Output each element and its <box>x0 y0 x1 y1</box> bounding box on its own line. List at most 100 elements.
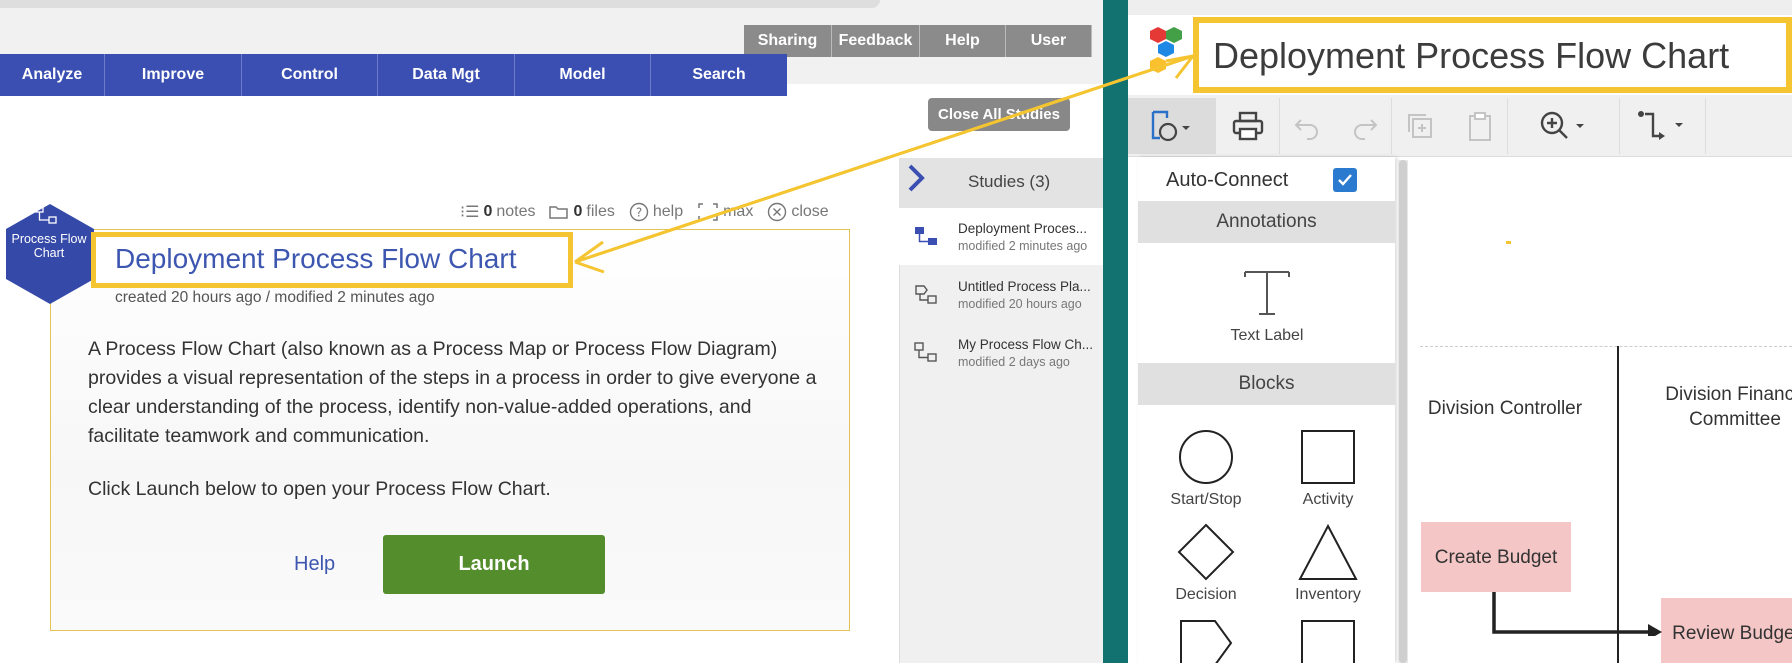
notes-count: 0 <box>483 203 493 220</box>
diamond-icon <box>1177 523 1235 581</box>
notes-label: notes <box>496 203 536 220</box>
shapes-icon <box>1151 110 1190 142</box>
list-icon: ⁝☰ <box>460 204 480 221</box>
close-label: close <box>791 203 829 220</box>
launch-button[interactable]: Launch <box>383 535 605 594</box>
text-label-shape[interactable]: Text Label <box>1212 268 1322 350</box>
studies-title: Studies (3) <box>968 172 1051 191</box>
feedback-button[interactable]: Feedback <box>832 25 920 57</box>
badge-label: Process Flow Chart <box>11 232 87 260</box>
zoom-button[interactable] <box>1508 98 1620 154</box>
sharing-button[interactable]: Sharing <box>744 25 832 57</box>
notes-link[interactable]: ⁝☰ 0 notes <box>460 202 535 222</box>
canvas-marker <box>1506 241 1511 244</box>
study-prompt: Click Launch below to open your Process … <box>88 478 551 500</box>
activity-shape[interactable]: Activity <box>1273 428 1383 508</box>
svg-text:?: ? <box>636 206 642 220</box>
flowchart-icon <box>914 342 937 362</box>
close-link[interactable]: close <box>767 202 829 222</box>
nav-control[interactable]: Control <box>242 54 378 96</box>
delay-icon <box>1180 620 1233 663</box>
delay-shape[interactable] <box>1151 618 1261 663</box>
annotations-section-header[interactable]: Annotations <box>1138 201 1395 243</box>
maximize-icon <box>698 203 718 221</box>
square-icon <box>1301 620 1355 663</box>
activity-caption: Activity <box>1302 491 1354 508</box>
undo-redo-group <box>1280 98 1392 154</box>
paste-icon[interactable] <box>1464 110 1496 142</box>
study-list-item[interactable]: My Process Flow Ch... modified 2 days ag… <box>899 324 1104 381</box>
study-list-item[interactable]: Untitled Process Pla... modified 20 hour… <box>899 266 1104 323</box>
files-label: files <box>586 203 615 220</box>
flowchart-icon <box>34 204 60 231</box>
checkmark-icon <box>1338 174 1352 186</box>
zoom-in-icon <box>1540 111 1584 139</box>
study-modified: modified 2 days ago <box>958 355 1070 369</box>
study-description: A Process Flow Chart (also known as a Pr… <box>88 338 817 447</box>
question-circle-icon: ? <box>629 202 649 222</box>
study-modified: modified 20 hours ago <box>958 297 1082 311</box>
palette-scroll-thumb[interactable] <box>1399 160 1407 663</box>
connector-button[interactable] <box>1620 98 1706 154</box>
blocks-section-header[interactable]: Blocks <box>1138 363 1395 405</box>
flowchart-icon <box>915 227 937 245</box>
activity-block[interactable]: Review Budget <box>1661 598 1792 663</box>
nav-data-mgt[interactable]: Data Mgt <box>378 54 515 96</box>
square-icon <box>1301 430 1355 484</box>
close-all-studies-button[interactable]: Close All Studies <box>928 98 1070 131</box>
window-divider <box>1103 0 1128 663</box>
editor-title: Deployment Process Flow Chart <box>1213 35 1730 76</box>
connector-arrow[interactable] <box>1490 592 1665 636</box>
close-circle-icon <box>768 202 787 222</box>
study-name: My Process Flow Ch... <box>958 337 1094 352</box>
study-list-item[interactable]: Deployment Proces... modified 2 minutes … <box>899 208 1104 265</box>
undo-icon[interactable] <box>1293 112 1323 140</box>
help-link[interactable]: Help <box>294 553 335 576</box>
swimlane-label[interactable]: Division Finance Committee <box>1650 382 1792 432</box>
auto-connect-label: Auto-Connect <box>1166 169 1289 191</box>
help-link-header[interactable]: ? help <box>629 202 683 222</box>
help-label: help <box>652 203 684 220</box>
inventory-shape[interactable]: Inventory <box>1273 523 1383 603</box>
study-meta: created 20 hours ago / modified 2 minute… <box>115 289 435 306</box>
app-logo-icon <box>1150 27 1182 73</box>
swimlane-label[interactable]: Division Controller <box>1425 396 1585 421</box>
process-plan-icon <box>915 285 937 304</box>
document-shape[interactable] <box>1273 618 1383 663</box>
study-modified: modified 2 minutes ago <box>958 239 1088 253</box>
nav-search[interactable]: Search <box>651 54 787 96</box>
user-button[interactable]: User <box>1006 25 1092 57</box>
text-tool-icon <box>1244 271 1290 315</box>
study-name: Untitled Process Pla... <box>958 279 1091 294</box>
inventory-caption: Inventory <box>1295 586 1361 603</box>
auto-connect-checkbox[interactable] <box>1333 168 1357 192</box>
circle-icon <box>1179 430 1233 484</box>
text-label-caption: Text Label <box>1230 327 1304 344</box>
max-link[interactable]: max <box>697 202 753 222</box>
redo-icon[interactable] <box>1349 112 1379 140</box>
connector-icon <box>1637 111 1683 140</box>
nav-analyze[interactable]: Analyze <box>0 54 105 96</box>
chevron-right-icon[interactable] <box>905 162 927 202</box>
nav-improve[interactable]: Improve <box>105 54 242 96</box>
decision-shape[interactable]: Decision <box>1151 523 1261 603</box>
files-link[interactable]: 0 files <box>549 203 615 221</box>
study-title[interactable]: Deployment Process Flow Chart <box>115 243 516 275</box>
main-nav: Analyze Improve Control Data Mgt Model S… <box>0 54 787 96</box>
nav-model[interactable]: Model <box>515 54 651 96</box>
decision-caption: Decision <box>1175 586 1237 603</box>
activity-block[interactable]: Create Budget <box>1421 522 1571 592</box>
start-stop-caption: Start/Stop <box>1170 491 1242 508</box>
files-count: 0 <box>573 203 583 220</box>
duplicate-icon[interactable] <box>1404 110 1436 142</box>
study-name: Deployment Proces... <box>958 221 1088 236</box>
print-button[interactable] <box>1216 98 1280 154</box>
help-top-button[interactable]: Help <box>920 25 1006 57</box>
start-stop-shape[interactable]: Start/Stop <box>1151 428 1261 508</box>
copy-paste-group <box>1392 98 1508 154</box>
folder-icon <box>549 206 569 219</box>
study-header-links: ⁝☰ 0 notes 0 files ? help max close <box>460 200 829 224</box>
shape-palette-button[interactable] <box>1128 98 1216 154</box>
triangle-icon <box>1298 523 1358 580</box>
max-label: max <box>723 203 754 220</box>
